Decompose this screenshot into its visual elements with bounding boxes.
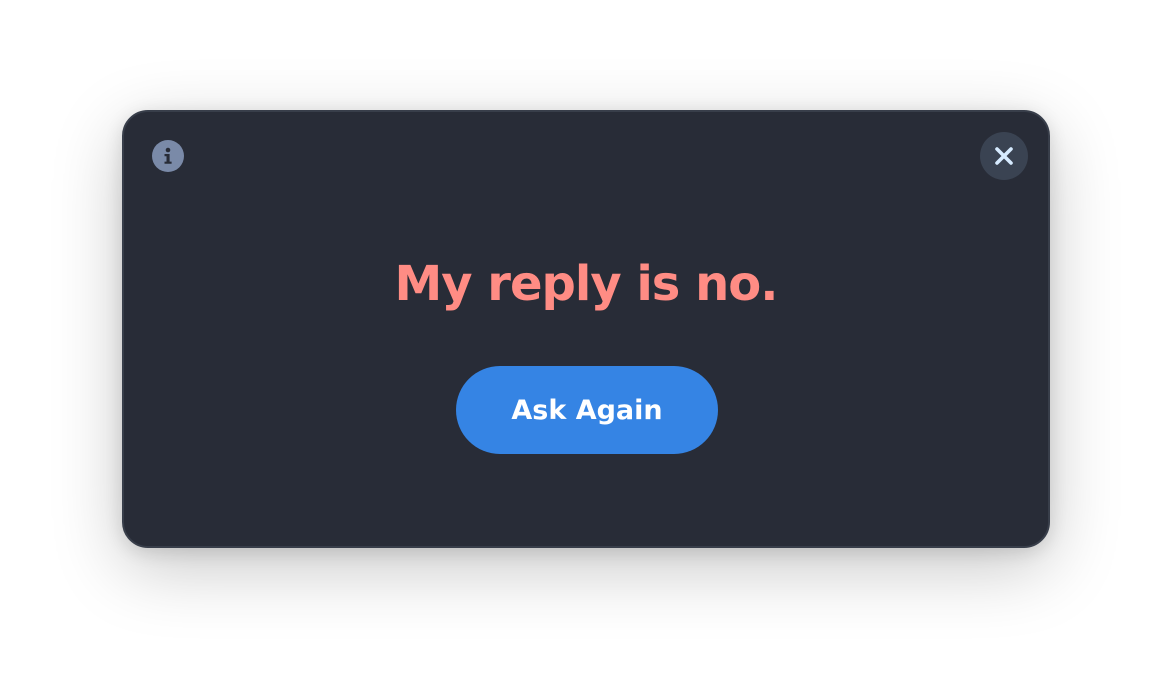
close-button[interactable] [980,132,1028,180]
ask-again-button[interactable]: Ask Again [456,366,718,454]
reply-message: My reply is no. [394,256,779,312]
close-icon [995,147,1013,165]
info-glyph [164,147,172,164]
reply-dialog: My reply is no. Ask Again [122,110,1050,548]
ask-again-label: Ask Again [511,394,663,426]
page-background: My reply is no. Ask Again [0,0,1172,682]
info-icon[interactable] [152,140,184,172]
